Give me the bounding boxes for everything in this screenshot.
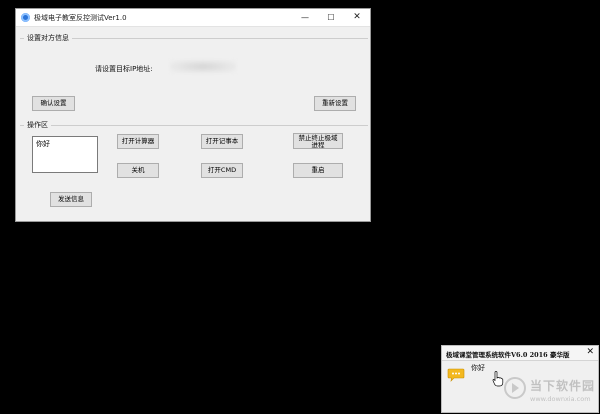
operations-group: 操作区	[20, 120, 368, 130]
operations-group-label: 操作区	[24, 120, 51, 130]
ip-address-field[interactable]	[170, 60, 236, 73]
open-calculator-button[interactable]: 打开计算器	[117, 134, 159, 149]
watermark-text: 当下软件园	[530, 379, 596, 393]
settings-group-label: 设置对方信息	[24, 33, 72, 43]
message-textarea[interactable]: 你好	[32, 136, 98, 173]
confirm-settings-button[interactable]: 确认设置	[32, 96, 75, 111]
open-notepad-button[interactable]: 打开记事本	[201, 134, 243, 149]
title-bar[interactable]: 极域电子教室反控测试Ver1.0 — ☐ ✕	[16, 9, 370, 27]
minimize-button[interactable]: —	[294, 9, 316, 26]
app-icon	[21, 13, 30, 22]
send-message-button[interactable]: 发送信息	[50, 192, 92, 207]
notification-close-button[interactable]: ✕	[586, 347, 594, 357]
main-window: 极域电子教室反控测试Ver1.0 — ☐ ✕ 设置对方信息 请设置目标IP地址:…	[15, 8, 371, 222]
message-bubble-icon	[447, 368, 465, 382]
window-title: 极域电子教室反控测试Ver1.0	[34, 14, 127, 22]
notification-header: 极域课堂管理系统软件V6.0 2016 豪华版 ✕	[442, 346, 598, 361]
watermark-play-icon	[504, 377, 526, 399]
maximize-button[interactable]: ☐	[320, 9, 342, 26]
settings-group: 设置对方信息	[20, 33, 368, 43]
close-button[interactable]: ✕	[346, 9, 368, 26]
watermark: 当下软件园 www.downxia.com	[504, 375, 596, 411]
hand-cursor-icon	[492, 371, 504, 387]
shutdown-button[interactable]: 关机	[117, 163, 159, 178]
open-cmd-button[interactable]: 打开CMD	[201, 163, 243, 178]
restart-button[interactable]: 重启	[293, 163, 343, 178]
notification-title: 极域课堂管理系统软件V6.0 2016 豪华版	[446, 351, 570, 359]
notification-message: 你好	[471, 364, 485, 372]
watermark-url: www.downxia.com	[530, 395, 591, 403]
reset-settings-button[interactable]: 重新设置	[314, 96, 356, 111]
kill-process-button[interactable]: 禁止终止极域进程	[293, 133, 343, 149]
ip-prompt-label: 请设置目标IP地址:	[95, 65, 153, 73]
